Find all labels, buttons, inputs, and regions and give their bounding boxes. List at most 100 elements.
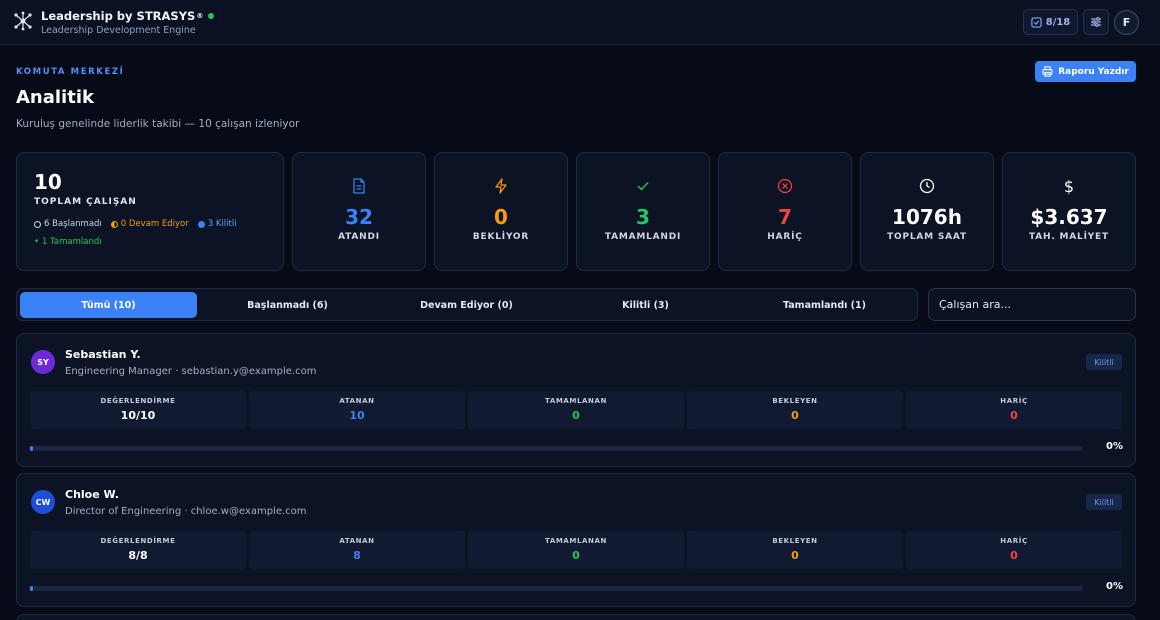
sliders-icon [1091, 17, 1101, 27]
print-report-label: Raporu Yazdır [1058, 66, 1129, 77]
employee-role-email: Engineering Manager · sebastian.y@exampl… [65, 366, 317, 377]
section-kicker: KOMUTA MERKEZİ [16, 67, 125, 77]
tab-not-started[interactable]: Başlanmadı (6) [199, 292, 376, 318]
task-progress-label: 8/18 [1045, 16, 1071, 28]
employee-name: Chloe W. [65, 488, 119, 501]
user-avatar[interactable]: F [1114, 10, 1139, 35]
stat-label-assigned: ATANDI [338, 232, 380, 242]
tab-all[interactable]: Tümü (10) [20, 292, 197, 318]
metric-label: TAMAMLANAN [544, 397, 607, 405]
completed-dot-icon: • [34, 237, 40, 247]
chip-completed-label: 1 Tamamlandı [42, 237, 102, 247]
chip-completed: • 1 Tamamlandı [34, 237, 102, 247]
metric-label: TAMAMLANAN [544, 537, 607, 545]
page-subtitle: Kuruluş genelinde liderlik takibi — 10 ç… [16, 118, 300, 130]
avatar: SY [31, 350, 55, 374]
progress-fill [30, 446, 33, 451]
metric-label: DEĞERLENDİRME [100, 397, 176, 405]
not-started-dot-icon [34, 220, 41, 228]
stat-value-excluded: 7 [778, 205, 792, 229]
stat-label-estimated-cost: TAH. MALİYET [1029, 232, 1109, 242]
registered-mark: ® [196, 12, 204, 20]
status-badge: Kilitli [1086, 354, 1122, 370]
metric-pending: BEKLEYEN 0 [687, 391, 903, 429]
progress-track [30, 586, 1083, 591]
stat-card-total-hours: 1076h TOPLAM SAAT [860, 152, 994, 271]
brand-name: Leadership by STRASYS ® [41, 9, 215, 23]
metric-pending: BEKLEYEN 0 [687, 531, 903, 569]
metric-excluded: HARİÇ 0 [906, 531, 1122, 569]
settings-sliders-button[interactable] [1083, 9, 1109, 35]
brand-text: Leadership by STRASYS [41, 9, 196, 23]
chip-locked: 3 Kilitli [197, 219, 237, 229]
metric-evaluation: DEĞERLENDİRME 10/10 [30, 391, 246, 429]
metric-assigned: ATANAN 10 [249, 391, 465, 429]
metric-label: BEKLEYEN [772, 537, 818, 545]
metric-label: ATANAN [339, 397, 375, 405]
metric-excluded: HARİÇ 0 [906, 391, 1122, 429]
online-status-dot [208, 13, 215, 19]
employee-card-partial[interactable] [16, 614, 1136, 620]
stat-card-assigned: 32 ATANDI [292, 152, 426, 271]
stat-value-total-hours: 1076h [892, 205, 962, 229]
status-filter-tabs: Tümü (10) Başlanmadı (6) Devam Ediyor (0… [16, 288, 918, 321]
document-icon [353, 178, 365, 194]
chip-locked-label: 3 Kilitli [207, 219, 237, 229]
stat-value-completed: 3 [636, 205, 650, 229]
stat-label-total-hours: TOPLAM SAAT [887, 232, 967, 242]
employee-metrics: DEĞERLENDİRME 8/8 ATANAN 8 TAMAMLANAN 0 BEK… [30, 531, 1122, 569]
metric-value: 0 [572, 549, 580, 562]
progress-track [30, 446, 1083, 451]
stat-card-pending: 0 BEKLİYOR [434, 152, 568, 271]
checkbox-icon [1031, 16, 1042, 28]
metric-value: 8/8 [128, 549, 148, 562]
progress-percent: 0% [1106, 441, 1123, 452]
print-report-button[interactable]: Raporu Yazdır [1035, 61, 1136, 82]
brand-tagline: Leadership Development Engine [41, 25, 196, 36]
metric-label: DEĞERLENDİRME [100, 537, 176, 545]
progress-fill [30, 586, 33, 591]
stat-label-excluded: HARİÇ [767, 232, 803, 242]
metric-value: 0 [1010, 549, 1018, 562]
lightning-icon [495, 178, 507, 194]
metric-value: 0 [791, 409, 799, 422]
metric-value: 10/10 [120, 409, 156, 422]
tab-locked[interactable]: Kilitli (3) [557, 292, 734, 318]
employee-name: Sebastian Y. [65, 348, 141, 361]
employee-metrics: DEĞERLENDİRME 10/10 ATANAN 10 TAMAMLANAN 0 … [30, 391, 1122, 429]
metric-value: 10 [349, 409, 365, 422]
metric-label: BEKLEYEN [772, 397, 818, 405]
page-title: Analitik [16, 87, 94, 108]
employee-card[interactable]: CW Chloe W. Director of Engineering · ch… [16, 473, 1136, 607]
chip-in-progress-label: 0 Devam Ediyor [120, 219, 189, 229]
task-progress-button[interactable]: 8/18 [1023, 9, 1078, 35]
employee-search-input[interactable] [928, 288, 1136, 321]
clock-icon [919, 178, 935, 194]
stat-value-pending: 0 [494, 205, 508, 229]
tab-in-progress[interactable]: Devam Ediyor (0) [378, 292, 555, 318]
status-badge: Kilitli [1086, 494, 1122, 510]
stat-label-completed: TAMAMLANDI [604, 232, 682, 242]
chip-not-started: 6 Başlanmadı [34, 219, 102, 229]
total-employees-label: TOPLAM ÇALIŞAN [34, 197, 137, 207]
metric-completed: TAMAMLANAN 0 [468, 531, 684, 569]
check-icon [637, 182, 649, 191]
metric-evaluation: DEĞERLENDİRME 8/8 [30, 531, 246, 569]
tab-completed[interactable]: Tamamlandı (1) [736, 292, 913, 318]
chip-not-started-label: 6 Başlanmadı [44, 219, 102, 229]
network-logo-icon [14, 11, 32, 31]
chip-in-progress: 0 Devam Ediyor [110, 219, 189, 229]
metric-label: HARİÇ [1000, 537, 1028, 545]
total-employees-value: 10 [34, 170, 62, 194]
metric-value: 0 [572, 409, 580, 422]
metric-value: 8 [353, 549, 361, 562]
stat-value-estimated-cost: $3.637 [1030, 205, 1108, 229]
stat-value-assigned: 32 [345, 205, 373, 229]
stat-card-estimated-cost: $ $3.637 TAH. MALİYET [1002, 152, 1136, 271]
metric-label: HARİÇ [1000, 397, 1028, 405]
stat-card-excluded: 7 HARİÇ [718, 152, 852, 271]
printer-icon [1042, 66, 1053, 77]
stat-label-pending: BEKLİYOR [472, 232, 530, 242]
employee-card[interactable]: SY Sebastian Y. Engineering Manager · se… [16, 333, 1136, 467]
status-breakdown: 6 Başlanmadı 0 Devam Ediyor 3 Kilitli • … [34, 219, 284, 247]
